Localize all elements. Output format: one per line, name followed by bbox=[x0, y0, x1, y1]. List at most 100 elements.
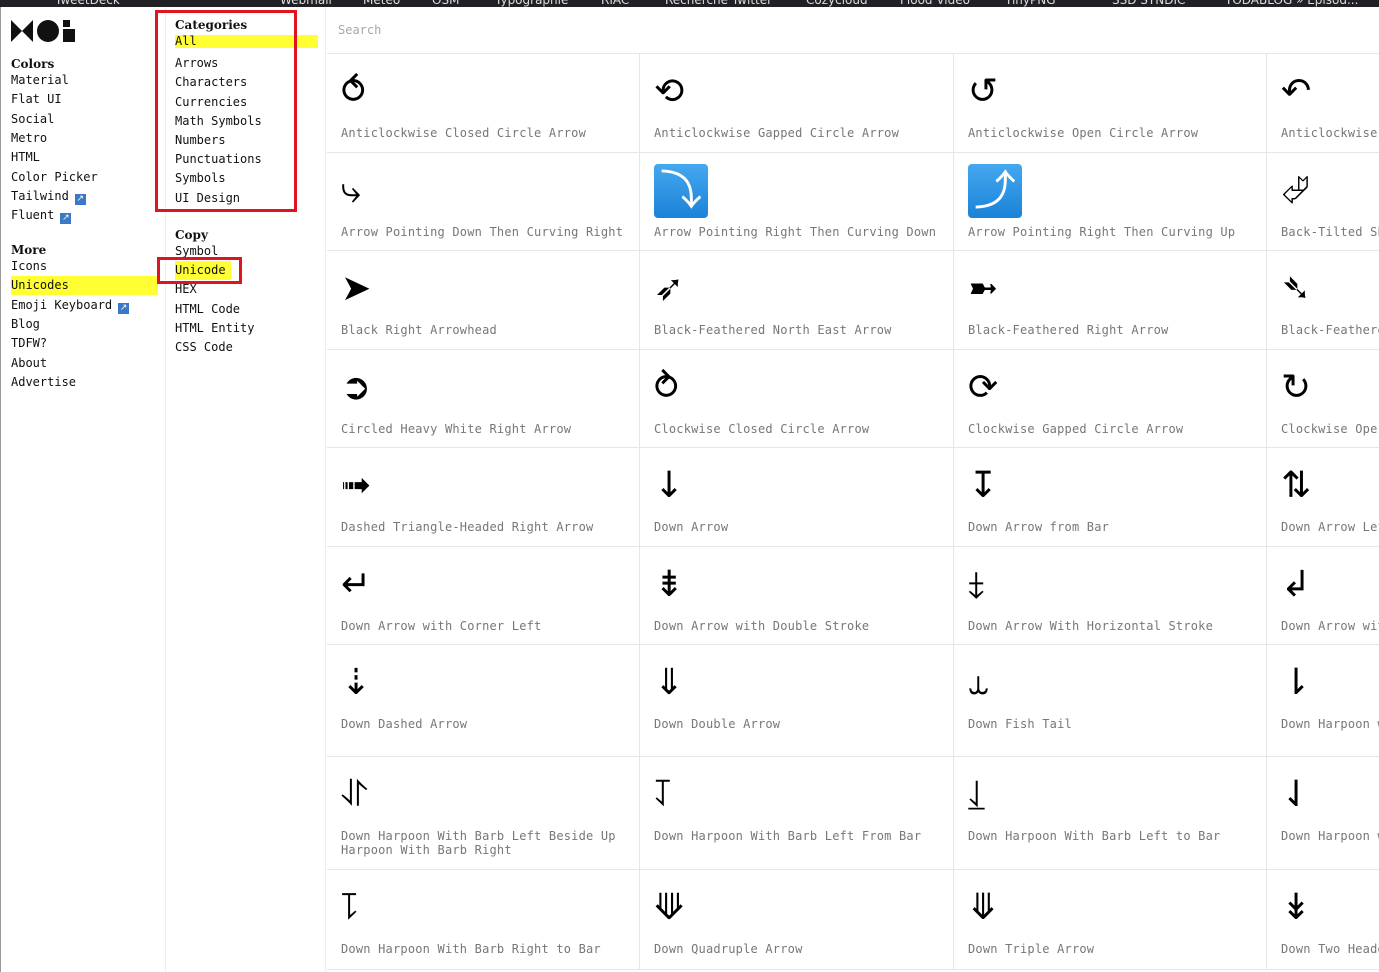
symbol-card[interactable]: ⇅ Down Arrow Lef bbox=[1267, 448, 1379, 547]
unicode-annotation-box bbox=[157, 257, 242, 284]
bookmark-typographie[interactable]: Typographie bbox=[495, 0, 568, 7]
symbol-glyph: ➼ bbox=[968, 268, 999, 309]
symbol-card[interactable]: ⥡ Down Harpoon With Barb Left From Bar bbox=[640, 757, 954, 870]
symbol-card[interactable]: ⇟ Down Arrow with Double Stroke bbox=[640, 547, 954, 645]
symbol-card[interactable]: ↺ Anticlockwise Open Circle Arrow bbox=[954, 54, 1267, 153]
symbol-card[interactable]: ↓ Down Arrow bbox=[640, 448, 954, 547]
site-logo[interactable] bbox=[11, 18, 77, 42]
symbol-card[interactable]: ⟳ Clockwise Gapped Circle Arrow bbox=[954, 350, 1267, 448]
nav-item-label: Metro bbox=[11, 130, 48, 145]
symbol-card[interactable]: ⤋ Down Triple Arrow bbox=[954, 870, 1267, 970]
nav-item-tailwind[interactable]: Tailwind ↗ bbox=[11, 187, 86, 206]
nav-item-blog[interactable]: Blog bbox=[11, 315, 40, 334]
symbol-card[interactable]: ⇃ Down Harpoon w bbox=[1267, 757, 1379, 870]
symbol-name: Down Arrow bbox=[654, 520, 729, 534]
symbol-card[interactable]: ⤴ Arrow Pointing Right Then Curving Up bbox=[954, 153, 1267, 251]
bookmark-flood-video[interactable]: Flood Video bbox=[900, 0, 970, 7]
nav-item-html[interactable]: HTML bbox=[11, 148, 40, 167]
symbol-card[interactable]: ⥝ Down Harpoon With Barb Right to Bar bbox=[327, 870, 640, 970]
symbol-card[interactable]: ⇂ Down Harpoon w bbox=[1267, 645, 1379, 757]
symbol-name: Circled Heavy White Right Arrow bbox=[341, 422, 572, 436]
copy-option-html-entity[interactable]: HTML Entity bbox=[175, 319, 254, 338]
symbol-glyph: ↵ bbox=[341, 564, 372, 605]
bookmark-tweetdeck[interactable]: TweetDeck bbox=[55, 0, 120, 7]
symbol-card[interactable]: ⤵ Arrow Pointing Right Then Curving Down bbox=[640, 153, 954, 251]
bookmark-osm[interactable]: OSM bbox=[432, 0, 459, 7]
symbol-card[interactable]: ⟲ Anticlockwise Gapped Circle Arrow bbox=[640, 54, 954, 153]
symbol-card[interactable]: ⮰ Back-Tilted Sh bbox=[1267, 153, 1379, 251]
external-link-icon: ↗ bbox=[74, 193, 86, 205]
symbol-card[interactable]: ⥁ Clockwise Closed Circle Arrow bbox=[640, 350, 954, 448]
symbol-glyph: ⟳ bbox=[968, 367, 999, 408]
symbol-card[interactable]: ⥙ Down Harpoon With Barb Left to Bar bbox=[954, 757, 1267, 870]
emoji-arrow-icon: ⤵ bbox=[654, 164, 708, 218]
symbol-browser: ⥀ Anticlockwise Closed Circle Arrow ⟲ Antic… bbox=[327, 7, 1379, 972]
symbol-card[interactable]: ⇣ Down Dashed Arrow bbox=[327, 645, 640, 757]
nav-item-social[interactable]: Social bbox=[11, 110, 54, 129]
symbol-card[interactable]: ➴ Black-Feathere bbox=[1267, 251, 1379, 350]
nav-item-about[interactable]: About bbox=[11, 354, 47, 373]
symbol-name: Down Harpoon w bbox=[1281, 717, 1379, 731]
symbol-glyph: ⤷ bbox=[341, 170, 362, 211]
nav-item-tdfw[interactable]: TDFW? bbox=[11, 334, 47, 353]
symbol-card[interactable]: ↡ Down Two Heade bbox=[1267, 870, 1379, 970]
symbol-glyph: ⇃ bbox=[1281, 774, 1312, 815]
symbol-glyph: ⮰ bbox=[1281, 170, 1310, 211]
nav-item-metro[interactable]: Metro bbox=[11, 129, 47, 148]
bookmark-riac[interactable]: RIAC bbox=[601, 0, 629, 7]
symbol-card[interactable]: ⇓ Down Double Arrow bbox=[640, 645, 954, 757]
symbol-card[interactable]: ↻ Clockwise Oper bbox=[1267, 350, 1379, 448]
symbol-card[interactable]: ⥿ Down Fish Tail bbox=[954, 645, 1267, 757]
copy-option-html-code[interactable]: HTML Code bbox=[175, 300, 240, 319]
nav-item-color-picker[interactable]: Color Picker bbox=[11, 168, 98, 187]
nav-item-flat-ui[interactable]: Flat UI bbox=[11, 90, 62, 109]
symbol-glyph: ⥯ bbox=[341, 774, 368, 815]
symbol-name: Down Triple Arrow bbox=[968, 942, 1095, 956]
symbol-name: Down Arrow with Double Stroke bbox=[654, 619, 870, 633]
nav-item-fluent[interactable]: Fluent ↗ bbox=[11, 206, 72, 225]
symbol-card[interactable]: ➤ Black Right Arrowhead bbox=[327, 251, 640, 350]
symbol-glyph: ⥁ bbox=[654, 367, 679, 408]
symbol-name: Down Harpoon With Barb Left to Bar bbox=[968, 829, 1221, 843]
symbol-card[interactable]: ⤈ Down Arrow With Horizontal Stroke bbox=[954, 547, 1267, 645]
symbol-card[interactable]: ↲ Down Arrow wit bbox=[1267, 547, 1379, 645]
nav-item-icons[interactable]: Icons bbox=[11, 257, 47, 276]
nav-item-label: Social bbox=[11, 111, 55, 126]
symbol-card[interactable]: ➶ Black-Feathered North East Arrow bbox=[640, 251, 954, 350]
symbol-name: Down Arrow wit bbox=[1281, 619, 1379, 633]
copy-option-css-code[interactable]: CSS Code bbox=[175, 338, 233, 357]
symbol-card[interactable]: ↶ Anticlockwise bbox=[1267, 54, 1379, 153]
symbol-glyph: ⥝ bbox=[341, 887, 358, 928]
symbol-glyph: ⥙ bbox=[968, 774, 985, 815]
symbol-card[interactable]: ↵ Down Arrow with Corner Left bbox=[327, 547, 640, 645]
bookmark-cozycloud[interactable]: Cozycloud bbox=[806, 0, 868, 7]
symbol-glyph: ➟ bbox=[341, 465, 372, 506]
symbol-card[interactable]: ⥯ Down Harpoon With Barb Left Beside Up H… bbox=[327, 757, 640, 870]
symbol-name: Black-Feathered North East Arrow bbox=[654, 323, 892, 337]
bookmark-ssd-syndic[interactable]: SSD SYNDIC bbox=[1112, 0, 1185, 7]
bookmark-webmail[interactable]: Webmail bbox=[280, 0, 332, 7]
symbol-card[interactable]: ⤷ Arrow Pointing Down Then Curving Right bbox=[327, 153, 640, 251]
categories-annotation-box bbox=[155, 10, 297, 212]
symbol-card[interactable]: ↧ Down Arrow from Bar bbox=[954, 448, 1267, 547]
nav-item-emoji-keyboard[interactable]: Emoji Keyboard ↗ bbox=[11, 296, 130, 315]
nav-item-label: Blog bbox=[11, 316, 40, 331]
symbol-card[interactable]: ➼ Black-Feathered Right Arrow bbox=[954, 251, 1267, 350]
symbol-name: Clockwise Gapped Circle Arrow bbox=[968, 422, 1184, 436]
symbol-name: Arrow Pointing Right Then Curving Up bbox=[968, 225, 1236, 239]
bookmark-tinypng[interactable]: TinyPNG bbox=[1005, 0, 1056, 7]
search-input[interactable] bbox=[327, 7, 1379, 54]
bookmark-todablog-episod[interactable]: TODABLOG » Episod... bbox=[1225, 0, 1358, 7]
bookmark-meteo[interactable]: Meteo bbox=[363, 0, 400, 7]
symbol-card[interactable]: ➟ Dashed Triangle-Headed Right Arrow bbox=[327, 448, 640, 547]
nav-item-label: Flat UI bbox=[11, 92, 62, 107]
nav-item-label: Emoji Keyboard bbox=[11, 297, 113, 312]
nav-item-advertise[interactable]: Advertise bbox=[11, 373, 76, 392]
nav-item-material[interactable]: Material bbox=[11, 71, 69, 90]
symbol-card[interactable]: ➲ Circled Heavy White Right Arrow bbox=[327, 350, 640, 448]
symbol-glyph: ↧ bbox=[968, 465, 999, 506]
symbol-card[interactable]: ⥀ Anticlockwise Closed Circle Arrow bbox=[327, 54, 640, 153]
nav-item-unicodes[interactable]: Unicodes bbox=[11, 276, 158, 296]
bookmark-recherche-twitter[interactable]: Recherche Twitter bbox=[665, 0, 772, 7]
symbol-card[interactable]: ⟱ Down Quadruple Arrow bbox=[640, 870, 954, 970]
